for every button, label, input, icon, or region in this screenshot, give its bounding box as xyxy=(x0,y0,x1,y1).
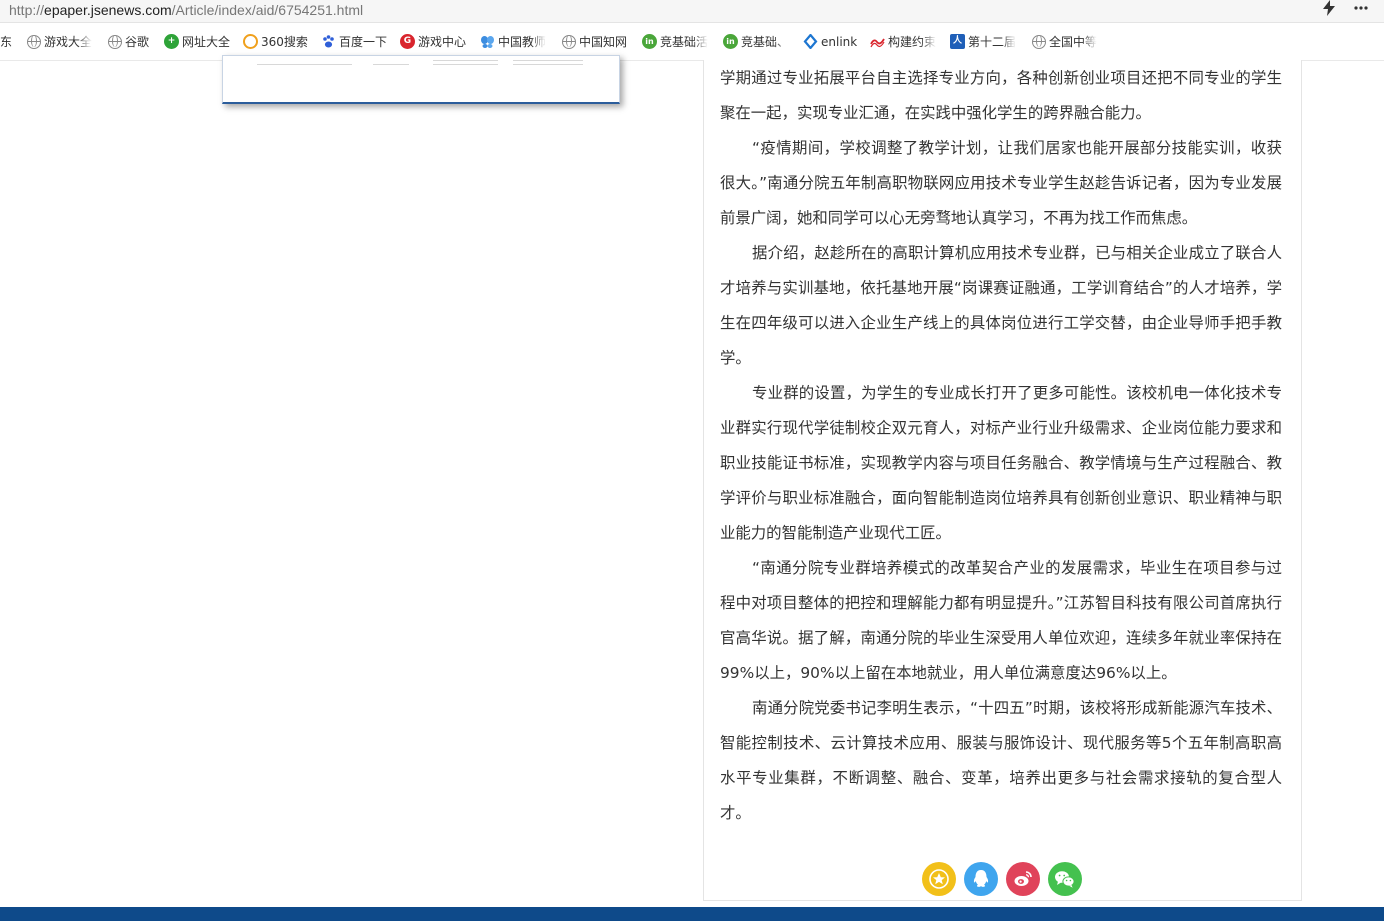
bookmark-label: 游戏中心 xyxy=(418,35,467,49)
bookmark-item[interactable]: 人 第十二届 xyxy=(950,23,1020,60)
bookmark-label: 中国知网 xyxy=(579,35,628,49)
game-center-icon: G xyxy=(400,34,415,49)
thumbnail-text-line xyxy=(433,60,498,61)
bookmark-item[interactable]: in 竞基础、 xyxy=(723,23,791,60)
newspaper-page-thumbnail[interactable] xyxy=(222,55,620,104)
share-qq-button[interactable] xyxy=(964,862,998,896)
person-icon: 人 xyxy=(950,34,965,49)
green-in-icon: in xyxy=(723,34,738,49)
thumbnail-text-line xyxy=(433,64,498,65)
bookmark-label: 游戏大全 xyxy=(44,35,93,49)
url-prefix: http:// xyxy=(9,2,45,18)
article-paragraph: “疫情期间，学校调整了教学计划，让我们居家也能开展部分技能实训，收获很大。”南通… xyxy=(720,139,1282,227)
bookmark-label: 全国中等 xyxy=(1049,35,1098,49)
bookmark-label: 东 xyxy=(0,35,13,49)
article-body: 学期通过专业拓展平台自主选择专业方向，各种创新创业项目还把不同专业的学生聚在一起… xyxy=(703,60,1302,901)
bookmarks-bar: 东 游戏大全 谷歌 + 网址大全 360搜索 百度一下 G 游戏中心 中国教师 … xyxy=(0,23,1384,61)
bookmark-item[interactable]: in 竞基础活 xyxy=(642,23,710,60)
share-weibo-button[interactable] xyxy=(1006,862,1040,896)
qq-icon xyxy=(973,870,989,887)
bookmark-label: 构建约束 xyxy=(888,35,937,49)
bookmark-label: 谷歌 xyxy=(125,35,150,49)
globe-icon xyxy=(1032,34,1046,49)
more-options-icon[interactable] xyxy=(1350,0,1372,20)
weibo-icon xyxy=(1014,871,1032,886)
article-paragraph: “南通分院专业群培养模式的改革契合产业的发展需求，毕业生在项目参与过程中对项目整… xyxy=(720,559,1282,682)
green-plus-icon: + xyxy=(164,34,179,49)
green-in-icon: in xyxy=(642,34,657,49)
bookmark-label: 中国教师 xyxy=(498,35,547,49)
article-paragraph: 学期通过专业拓展平台自主选择专业方向，各种创新创业项目还把不同专业的学生聚在一起… xyxy=(720,69,1282,122)
thumbnail-text-line xyxy=(513,60,583,61)
share-wechat-button[interactable] xyxy=(1048,862,1082,896)
red-wave-icon xyxy=(870,34,885,49)
thumbnail-text-line xyxy=(373,64,409,65)
lightning-icon[interactable] xyxy=(1318,0,1340,20)
url-path: /Article/index/aid/6754251.html xyxy=(171,2,364,18)
bookmark-item[interactable]: enlink xyxy=(803,23,863,60)
url-text[interactable]: http://epaper.jsenews.com/Article/index/… xyxy=(9,0,363,22)
globe-icon xyxy=(27,34,41,49)
footer-bar xyxy=(0,907,1384,921)
globe-icon xyxy=(108,34,122,49)
address-bar[interactable]: http://epaper.jsenews.com/Article/index/… xyxy=(0,0,1384,23)
enlink-icon xyxy=(803,33,818,50)
bookmark-item[interactable]: 构建约束 xyxy=(870,23,940,60)
bookmark-item[interactable]: 游戏大全 xyxy=(27,23,95,60)
bookmark-label: 百度一下 xyxy=(339,35,388,49)
baidu-paw-icon xyxy=(321,34,336,49)
wechat-icon xyxy=(1055,871,1075,888)
url-host: epaper.jsenews.com xyxy=(44,2,172,18)
bookmark-label: 竞基础、 xyxy=(741,35,790,49)
bookmark-label: 竞基础活 xyxy=(660,35,709,49)
article-paragraph: 据介绍，赵趁所在的高职计算机应用技术专业群，已与相关企业成立了联合人才培养与实训… xyxy=(720,244,1282,367)
star-icon xyxy=(929,869,949,889)
globe-icon xyxy=(562,34,576,49)
bookmark-item[interactable]: 谷歌 xyxy=(108,23,156,60)
thumbnail-text-line xyxy=(257,64,352,65)
article-paragraph: 南通分院党委书记李明生表示，“十四五”时期，该校将形成新能源汽车技术、智能控制技… xyxy=(720,699,1282,822)
bookmark-label: 360搜索 xyxy=(261,35,308,49)
bookmark-label: 网址大全 xyxy=(182,35,231,49)
butterfly-icon xyxy=(480,34,495,49)
thumbnail-text-line xyxy=(513,64,583,65)
bookmark-label: 第十二届 xyxy=(968,35,1017,49)
bookmark-item[interactable]: 东 xyxy=(0,23,20,60)
share-favorite-button[interactable] xyxy=(922,862,956,896)
360-search-icon xyxy=(243,34,258,49)
bookmark-item[interactable]: 全国中等 xyxy=(1032,23,1102,60)
article-paragraph: 专业群的设置，为学生的专业成长打开了更多可能性。该校机电一体化技术专业群实行现代… xyxy=(720,384,1282,542)
bookmark-label: enlink xyxy=(821,34,858,49)
